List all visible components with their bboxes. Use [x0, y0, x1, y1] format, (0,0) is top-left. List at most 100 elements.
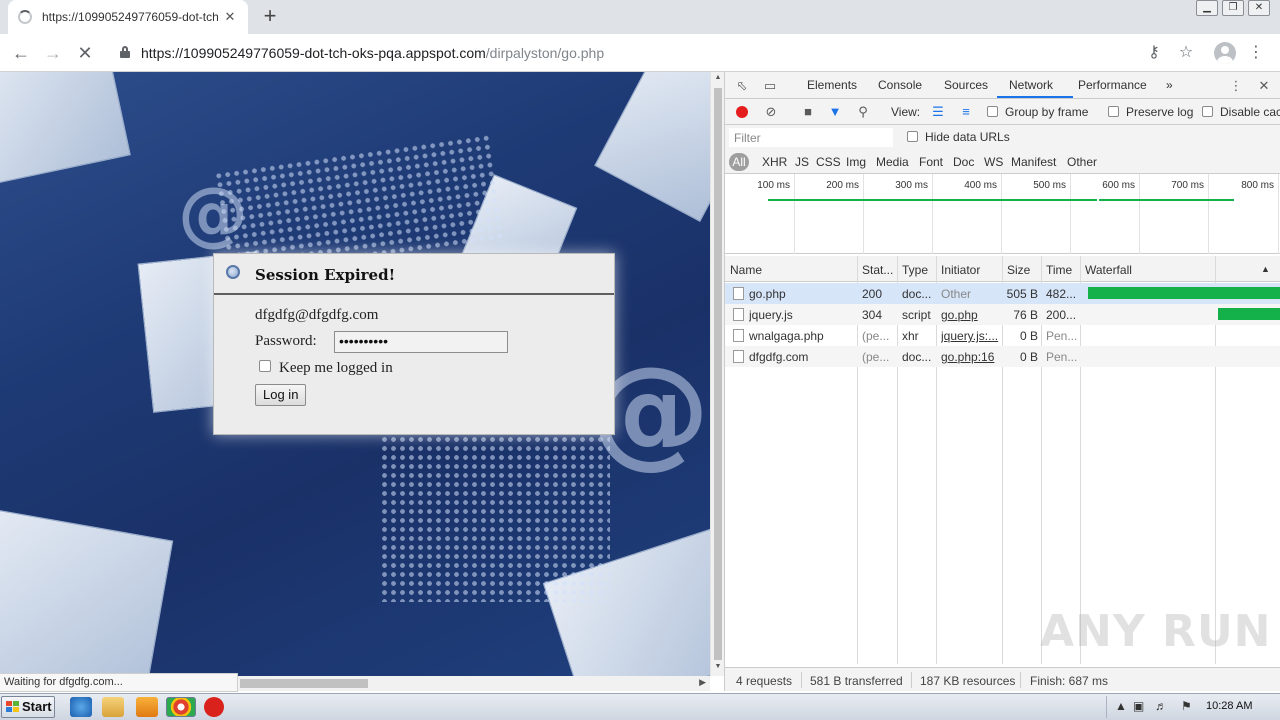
column-header-time[interactable]: Time [1046, 263, 1072, 277]
disable-cache-label: Disable cac [1220, 105, 1280, 119]
type-filter-img[interactable]: Img [846, 155, 866, 169]
type-filter-js[interactable]: JS [795, 155, 809, 169]
type-filter-ws[interactable]: WS [984, 155, 1003, 169]
bookmark-star-icon[interactable]: ☆ [1176, 43, 1196, 63]
capture-screenshots-icon[interactable]: ■ [799, 103, 817, 121]
timeline-tick-label: 300 ms [895, 180, 928, 191]
start-label: Start [22, 699, 52, 714]
timeline-tick-label: 400 ms [964, 180, 997, 191]
new-tab-button[interactable]: + [258, 4, 282, 28]
window-close-button[interactable]: ✕ [1248, 0, 1270, 16]
network-icon[interactable]: ▣ [1133, 699, 1144, 713]
tray-expand-icon[interactable]: ▲ [1115, 699, 1127, 713]
login-button[interactable]: Log in [255, 384, 307, 406]
scroll-up-arrow-icon[interactable]: ▲ [714, 74, 722, 81]
tab-performance[interactable]: Performance [1078, 78, 1147, 92]
back-arrow-icon[interactable]: ← [8, 40, 34, 66]
device-toolbar-icon[interactable]: ▭ [761, 77, 779, 95]
stop-loading-icon[interactable]: ✕ [72, 40, 98, 66]
hide-data-urls-checkbox[interactable] [907, 131, 918, 142]
large-rows-icon[interactable]: ☰ [929, 103, 947, 121]
browser-toolbar: ← → ✕ https://109905249776059-dot-tch-ok… [0, 34, 1280, 72]
file-icon [733, 329, 744, 342]
request-status: (pe... [862, 329, 890, 343]
taskbar-clock[interactable]: 10:28 AM [1206, 700, 1252, 712]
request-name: wnalgaga.php [749, 329, 824, 343]
keep-logged-in-label[interactable]: Keep me logged in [279, 360, 393, 377]
type-filter-css[interactable]: CSS [816, 155, 841, 169]
media-player-icon[interactable] [136, 697, 158, 717]
column-header-initiator[interactable]: Initiator [941, 263, 980, 277]
status-bubble: Waiting for dfgdfg.com... [0, 673, 238, 692]
request-row[interactable]: wnalgaga.php (pe... xhr jquery.js:... 0 B Pen… [725, 325, 1280, 346]
record-icon[interactable] [736, 106, 748, 118]
scrollbar-thumb[interactable] [714, 88, 722, 660]
security-alert-icon[interactable] [204, 697, 224, 717]
tab-console[interactable]: Console [878, 78, 922, 92]
profile-avatar-icon[interactable] [1214, 42, 1236, 64]
search-icon[interactable]: ⚲ [854, 103, 872, 121]
request-type: script [902, 308, 931, 322]
group-by-frame-checkbox[interactable] [987, 106, 998, 117]
internet-explorer-icon[interactable] [70, 697, 92, 717]
request-row[interactable]: go.php 200 doc... Other 505 B 482... [725, 283, 1280, 304]
menu-kebab-icon[interactable]: ⋮ [1246, 43, 1266, 63]
filter-input[interactable]: Filter [729, 128, 893, 147]
file-explorer-icon[interactable] [102, 697, 124, 717]
anyrun-watermark: ANY RUN [1040, 606, 1272, 657]
column-header-type[interactable]: Type [902, 263, 928, 277]
restore-button[interactable]: ❐ [1222, 0, 1244, 16]
address-bar[interactable]: https://109905249776059-dot-tch-oks-pqa.… [110, 38, 1110, 68]
key-icon[interactable]: ⚷ [1144, 43, 1164, 63]
summary-finish: Finish: 687 ms [1030, 674, 1109, 688]
page-vertical-scrollbar[interactable]: ▲ ▼ [710, 72, 724, 676]
request-type: doc... [902, 287, 932, 301]
tab-network[interactable]: Network [1009, 78, 1053, 92]
devtools-close-icon[interactable]: ✕ [1255, 77, 1273, 95]
network-overview-timeline[interactable]: 100 ms 200 ms 300 ms 400 ms 500 ms 600 ms 700 … [725, 174, 1280, 254]
password-field[interactable]: •••••••••• [334, 331, 508, 353]
overview-waterfall-icon[interactable]: ≡ [957, 103, 975, 121]
request-name: jquery.js [749, 308, 793, 322]
column-header-name[interactable]: Name [730, 263, 762, 277]
keep-logged-in-checkbox[interactable] [259, 360, 271, 372]
browser-tab[interactable]: https://109905249776059-dot-tch-oks ✕ [8, 0, 248, 34]
preserve-log-checkbox[interactable] [1108, 106, 1119, 117]
column-header-waterfall[interactable]: Waterfall [1085, 263, 1132, 277]
forward-arrow-icon[interactable]: → [40, 40, 66, 66]
scrollbar-thumb[interactable] [240, 679, 368, 688]
volume-icon[interactable]: ♬ [1155, 699, 1167, 713]
lock-icon [120, 46, 130, 58]
tab-close-button[interactable]: ✕ [222, 9, 238, 25]
tab-elements[interactable]: Elements [807, 78, 857, 92]
minimize-button[interactable]: ▁ [1196, 0, 1218, 16]
clear-icon[interactable]: ⊘ [762, 103, 780, 121]
disable-cache-checkbox[interactable] [1202, 106, 1213, 117]
type-filter-all[interactable]: All [729, 153, 749, 171]
type-filter-manifest[interactable]: Manifest [1011, 155, 1056, 169]
request-row[interactable]: jquery.js 304 script go.php 76 B 200... [725, 304, 1280, 325]
type-filter-xhr[interactable]: XHR [762, 155, 787, 169]
filter-funnel-icon[interactable]: ▼ [826, 103, 844, 121]
inspect-element-icon[interactable]: ⬁ [733, 77, 751, 95]
timeline-gridline [932, 174, 933, 254]
column-header-size[interactable]: Size [1007, 263, 1030, 277]
tab-sources[interactable]: Sources [944, 78, 988, 92]
url-text[interactable]: https://109905249776059-dot-tch-oks-pqa.… [141, 45, 604, 61]
type-filter-other[interactable]: Other [1067, 155, 1097, 169]
type-filter-font[interactable]: Font [919, 155, 943, 169]
scroll-right-arrow-icon[interactable]: ▶ [699, 677, 706, 688]
column-header-status[interactable]: Stat... [862, 263, 893, 277]
more-tabs-button[interactable]: » [1166, 78, 1173, 92]
sort-ascending-icon[interactable]: ▲ [1261, 264, 1270, 274]
start-button[interactable]: Start [1, 696, 55, 718]
timeline-gridline [1070, 174, 1071, 254]
chrome-icon[interactable] [166, 697, 196, 717]
type-filter-media[interactable]: Media [876, 155, 909, 169]
summary-divider [801, 672, 802, 688]
action-center-flag-icon[interactable]: ⚑ [1181, 699, 1192, 713]
scroll-down-arrow-icon[interactable]: ▼ [714, 663, 722, 670]
devtools-menu-icon[interactable]: ⋮ [1227, 77, 1245, 95]
request-row[interactable]: dfgdfg.com (pe... doc... go.php:16 0 B Pen... [725, 346, 1280, 367]
type-filter-doc[interactable]: Doc [953, 155, 974, 169]
